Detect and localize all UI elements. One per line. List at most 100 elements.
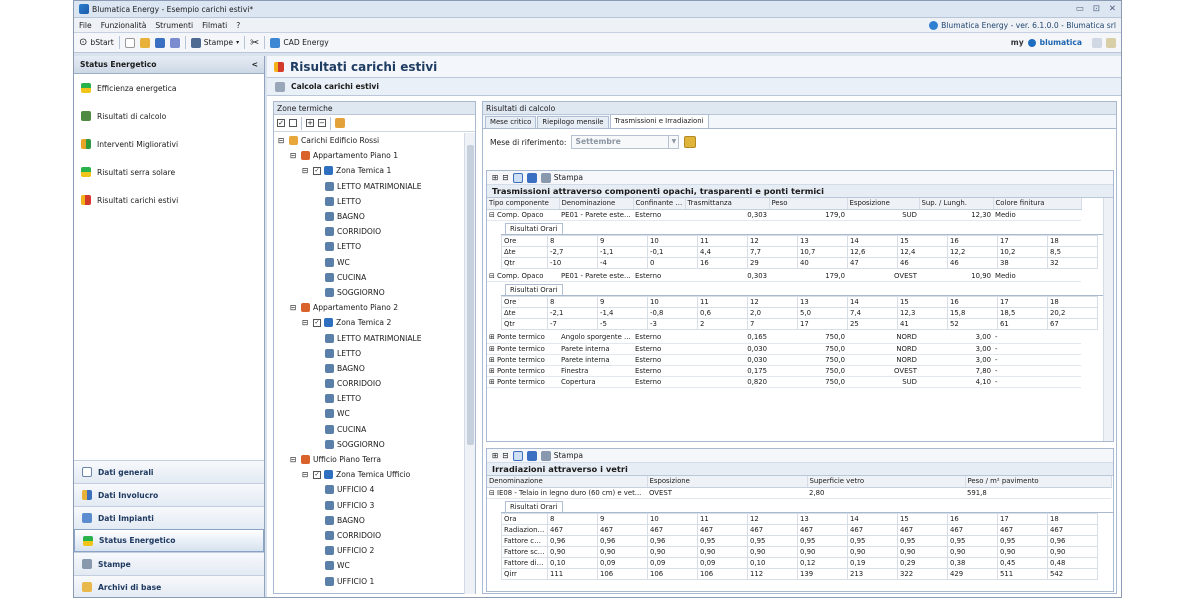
nav-dati-involucro[interactable]: Dati Involucro (74, 483, 264, 506)
tree-node[interactable]: CORRIDOIO (274, 528, 465, 543)
tree-node[interactable]: LETTO MATRIMONIALE (274, 330, 465, 345)
tree-node[interactable]: UFFICIO 2 (274, 543, 465, 558)
column-header[interactable]: Esposizione (847, 198, 920, 210)
tree-node[interactable]: ⊟ Carichi Edificio Rossi (274, 133, 465, 148)
table-row[interactable]: ⊟ Comp. Opaco PE01 - Parete este... Estern… (487, 209, 1081, 221)
columns-icon[interactable] (512, 172, 523, 183)
tab-mese-critico[interactable]: Mese critico (485, 116, 537, 128)
tree-node[interactable]: WC (274, 406, 465, 421)
tree-node[interactable]: CORRIDOIO (274, 224, 465, 239)
tree-node[interactable]: LETTO (274, 239, 465, 254)
column-header[interactable]: Denominazione (487, 476, 648, 488)
tree-node[interactable]: ⊟ ✓ Zona Temica 1 (274, 163, 465, 178)
tab-risultati-orari[interactable]: Risultati Orari (505, 500, 563, 512)
tab-riepilogo-mensile[interactable]: Riepilogo mensile (537, 116, 609, 128)
nav-archivi[interactable]: Archivi di base (74, 575, 264, 597)
tree-node[interactable]: LETTO MATRIMONIALE (274, 179, 465, 194)
tab-risultati-orari[interactable]: Risultati Orari (505, 284, 563, 295)
new-file-icon[interactable] (124, 37, 135, 48)
tab-trasmissioni[interactable]: Trasmissioni e Irradiazioni (609, 114, 709, 128)
nav-status-energetico[interactable]: Status Energetico (74, 529, 264, 552)
column-header[interactable]: Colore finitura (993, 198, 1082, 210)
export-icon[interactable] (526, 172, 537, 183)
tree-node[interactable]: BAGNO (274, 209, 465, 224)
cad-energy-button[interactable]: CAD Energy (270, 37, 329, 48)
tab-risultati-orari[interactable]: Risultati Orari (505, 222, 563, 234)
scroll-thumb[interactable] (467, 145, 474, 445)
sidebar-item-carichi-estivi[interactable]: Risultati carichi estivi (74, 186, 264, 214)
table-row[interactable]: ⊟ IE08 - Telaio in legno duro (60 cm) e … (487, 487, 1111, 499)
expand-icon[interactable]: ⊞ (492, 451, 498, 460)
nav-dati-generali[interactable]: Dati generali (74, 460, 264, 483)
expander-icon[interactable]: ⊟ (290, 303, 298, 312)
checkbox[interactable]: ✓ (313, 318, 321, 327)
grid-scrollbar[interactable] (1103, 198, 1113, 441)
tree-node[interactable]: BAGNO (274, 361, 465, 376)
menu-funzionalita[interactable]: Funzionalità (101, 21, 147, 30)
brand-logo[interactable]: my blumatica (1011, 37, 1116, 48)
collapse-icon[interactable]: ⊟ (502, 173, 508, 182)
refresh-icon[interactable] (335, 118, 345, 128)
columns-icon[interactable] (512, 450, 523, 461)
tree-node[interactable]: SOGGIORNO (274, 437, 465, 452)
collapse-all-icon[interactable]: − (318, 119, 326, 127)
collapse-icon[interactable]: < (252, 60, 258, 69)
table-row[interactable]: ⊞ Ponte termico Finestra Esterno 0,175 750,0… (487, 365, 1081, 377)
expand-icon[interactable]: ⊞ (492, 173, 498, 182)
scissors-icon[interactable]: ✂ (250, 36, 259, 49)
expand-row-icon[interactable]: ⊟ (489, 489, 497, 497)
expand-row-icon[interactable]: ⊞ (489, 333, 497, 341)
menu-filmati[interactable]: Filmati (202, 21, 227, 30)
expander-icon[interactable]: ⊟ (302, 318, 310, 327)
print-button[interactable]: Stampa (540, 172, 583, 183)
table-row[interactable]: ⊞ Ponte termico Parete interna Esterno 0,03… (487, 343, 1081, 355)
expand-row-icon[interactable]: ⊞ (489, 356, 497, 364)
check-all-icon[interactable]: ✓ (277, 119, 285, 127)
expand-row-icon[interactable]: ⊞ (489, 345, 497, 353)
tree-node[interactable]: UFFICIO 1 (274, 573, 465, 588)
print-button[interactable]: Stampa (540, 450, 583, 461)
tree-node[interactable]: ⊟ Ufficio Piano Terra (274, 452, 465, 467)
expander-icon[interactable]: ⊟ (302, 470, 310, 479)
tree-node[interactable]: CUCINA (274, 422, 465, 437)
tree-node[interactable]: ⊟ ✓ Zona Temica 2 (274, 315, 465, 330)
maximize-icon[interactable]: ⊡ (1093, 4, 1100, 14)
checkbox[interactable]: ✓ (313, 166, 321, 175)
tools-icon[interactable] (169, 37, 180, 48)
save-icon[interactable] (154, 37, 165, 48)
bstart-button[interactable]: ⊙ bStart (79, 37, 114, 48)
column-header[interactable]: Sup. / Lungh. (919, 198, 994, 210)
tree-node[interactable]: LETTO (274, 391, 465, 406)
column-header[interactable]: Denominazione (559, 198, 634, 210)
column-header[interactable]: Superficie vetro (807, 476, 966, 488)
expand-all-icon[interactable]: + (306, 119, 314, 127)
table-row[interactable]: ⊞ Ponte termico Angolo sporgente s... Este… (487, 332, 1081, 344)
expander-icon[interactable]: ⊟ (302, 166, 310, 175)
sidebar-item-interventi[interactable]: Interventi Migliorativi (74, 130, 264, 158)
sidebar-item-serra-solare[interactable]: Risultati serra solare (74, 158, 264, 186)
sidebar-item-risultati-calcolo[interactable]: Risultati di calcolo (74, 102, 264, 130)
menu-help[interactable]: ? (236, 21, 240, 30)
menu-file[interactable]: File (79, 21, 92, 30)
checkbox[interactable]: ✓ (313, 470, 321, 479)
expand-row-icon[interactable]: ⊟ (489, 272, 497, 280)
tree-node[interactable]: CUCINA (274, 270, 465, 285)
expander-icon[interactable]: ⊟ (290, 151, 298, 160)
column-header[interactable]: Peso (769, 198, 848, 210)
column-header[interactable]: Esposizione (647, 476, 808, 488)
tree-node[interactable]: WC (274, 255, 465, 270)
expand-row-icon[interactable]: ⊟ (489, 211, 497, 219)
expand-row-icon[interactable]: ⊞ (489, 367, 497, 375)
tree-node[interactable]: UFFICIO 4 (274, 482, 465, 497)
calculate-bar[interactable]: Calcola carichi estivi (267, 78, 1121, 96)
tree-node[interactable]: LETTO (274, 194, 465, 209)
export-icon[interactable] (526, 450, 537, 461)
nav-dati-impianti[interactable]: Dati Impianti (74, 506, 264, 529)
table-row[interactable]: ⊞ Ponte termico Copertura Esterno 0,820 750,… (487, 376, 1081, 388)
column-header[interactable]: Peso / m² pavimento (965, 476, 1112, 488)
nav-stampe[interactable]: Stampe (74, 552, 264, 575)
zones-scrollbar[interactable] (464, 133, 475, 594)
tree-node[interactable]: ⊟ ✓ Zona Temica Ufficio (274, 467, 465, 482)
column-header[interactable]: Trasmittanza (685, 198, 770, 210)
collapse-icon[interactable]: ⊟ (502, 451, 508, 460)
